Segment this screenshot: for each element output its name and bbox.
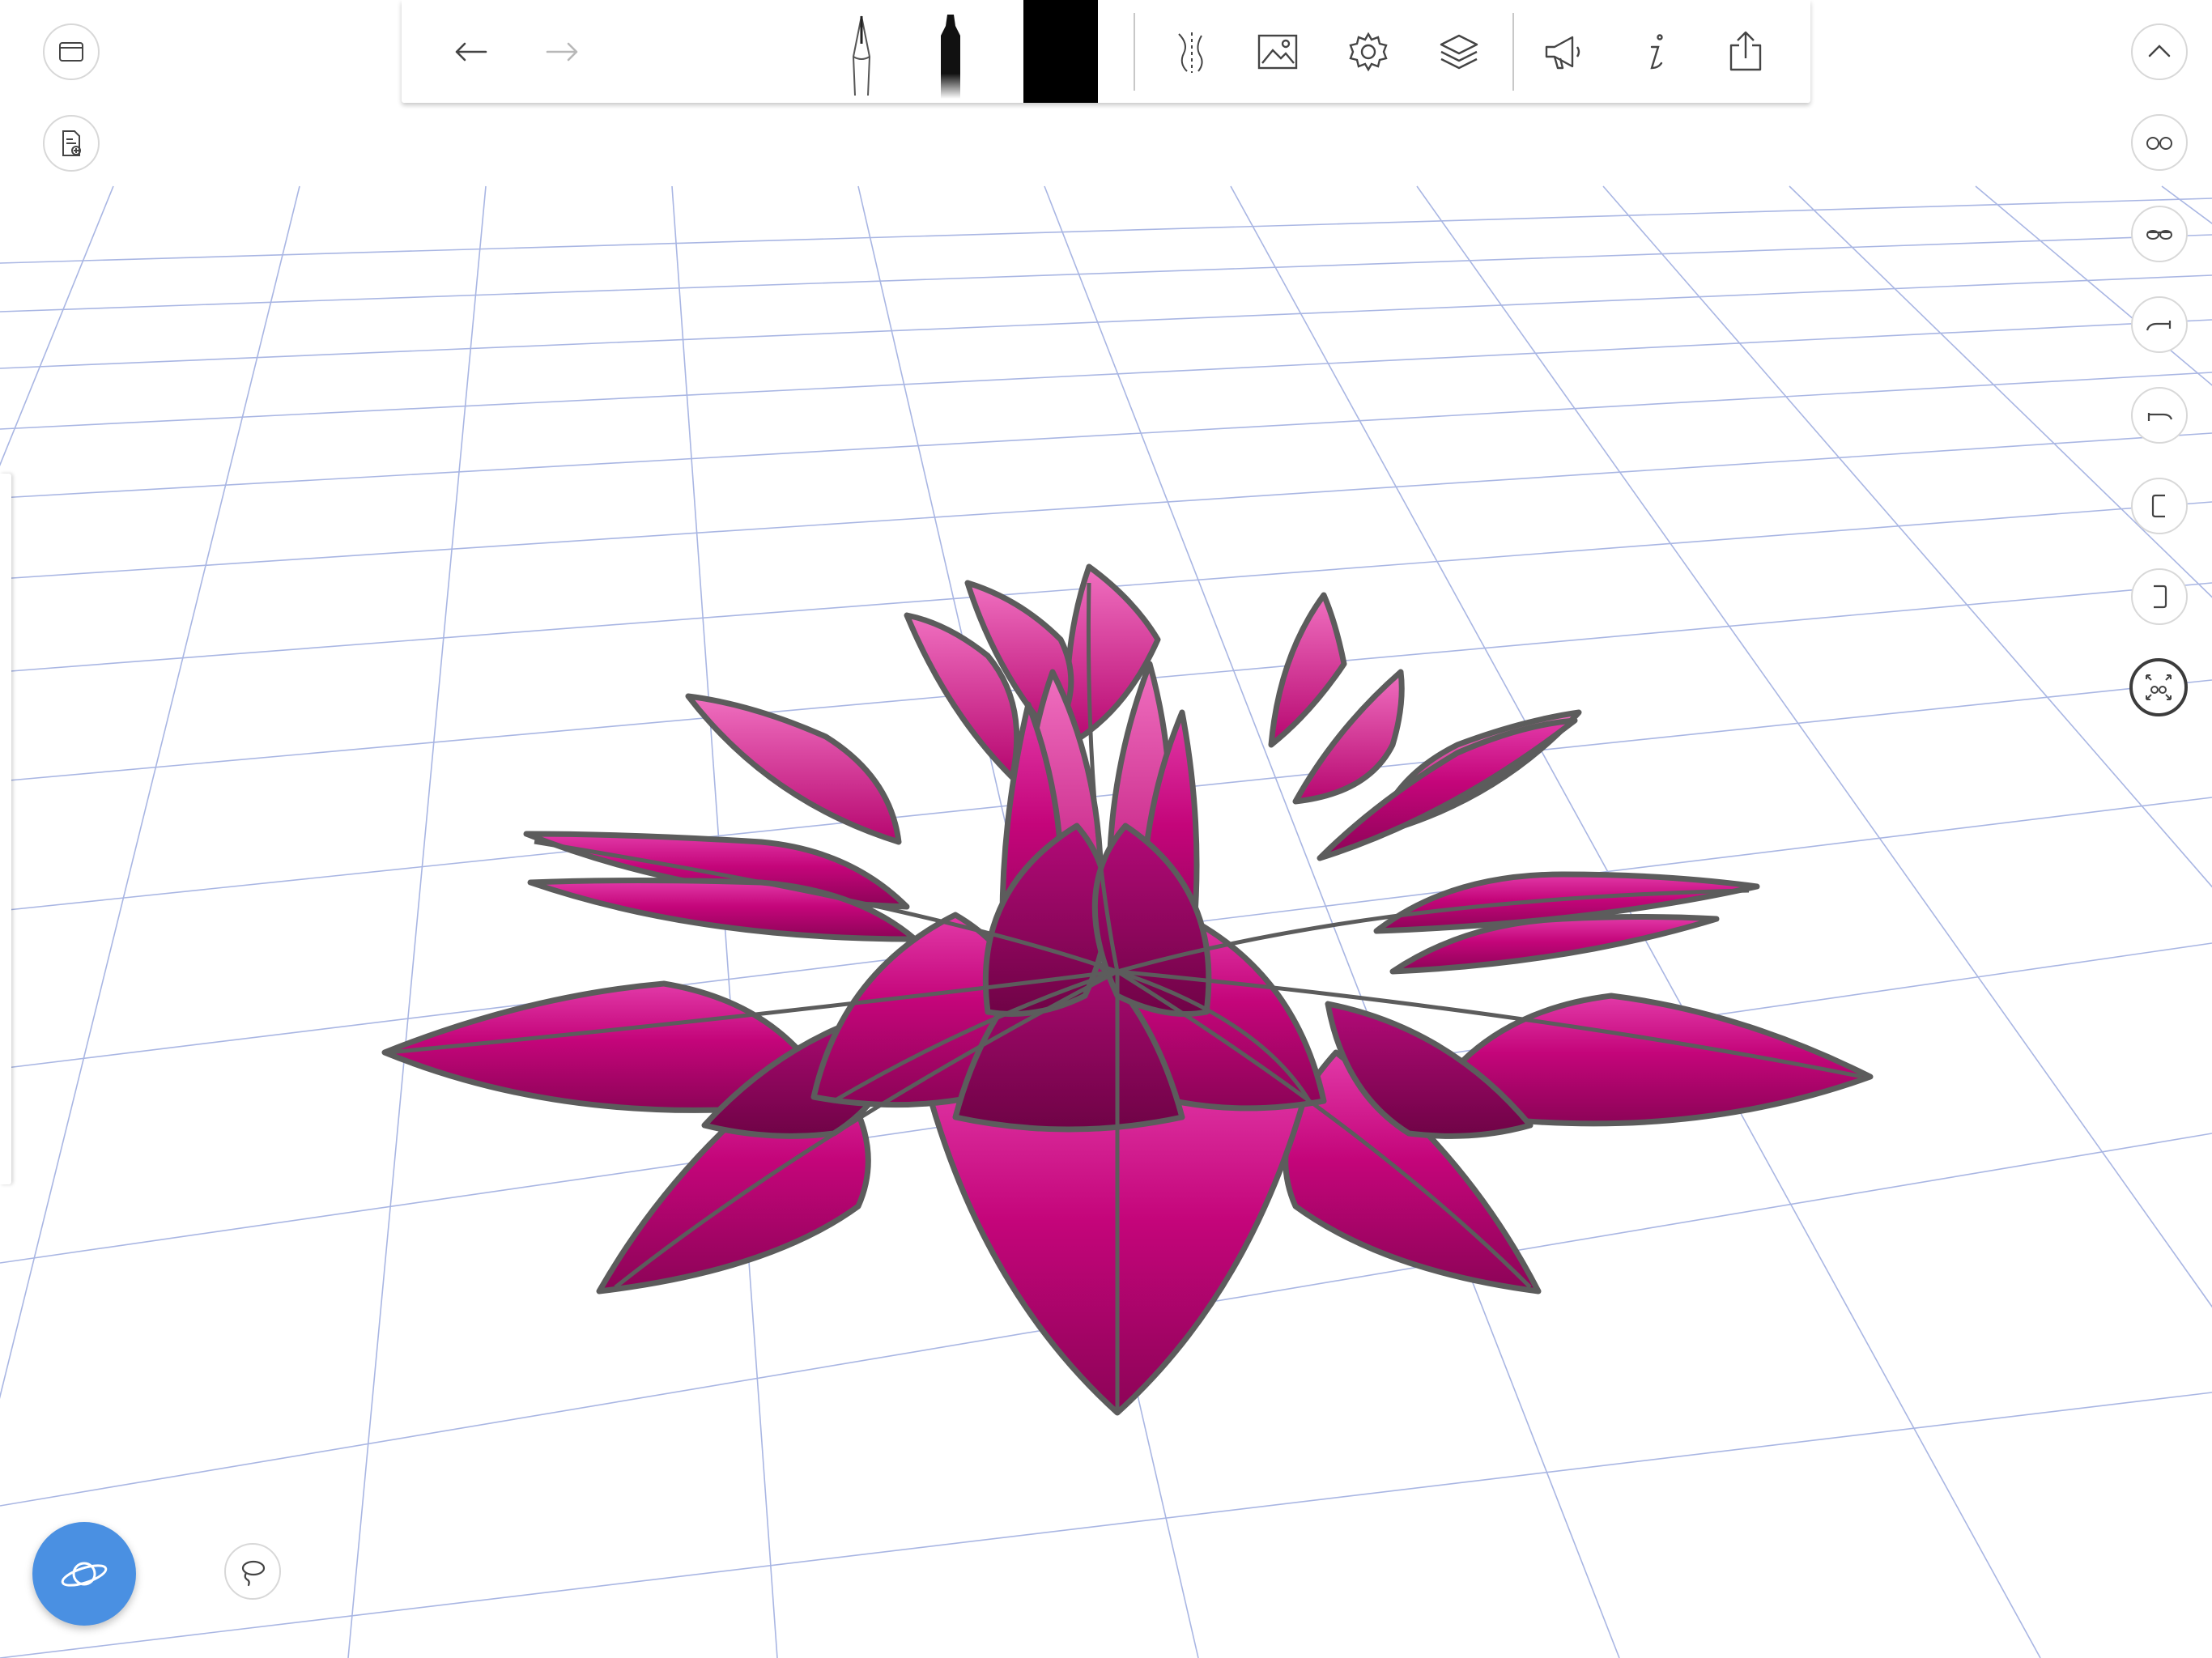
fit-to-screen-icon[interactable] [2129, 658, 2188, 716]
lotus-3d-model[interactable] [381, 563, 1874, 1416]
collapse-chevron-up-icon[interactable] [2131, 23, 2188, 80]
layers-icon[interactable] [1428, 21, 1490, 83]
settings-gear-icon[interactable] [1338, 21, 1399, 83]
pencil-icon[interactable] [831, 11, 892, 100]
petal-back-3[interactable] [1268, 592, 1347, 748]
symmetry-icon[interactable] [1158, 21, 1219, 83]
bracket-right-icon[interactable] [2131, 568, 2188, 625]
info-icon[interactable] [1624, 21, 1686, 83]
undo-arrow-icon[interactable] [440, 21, 502, 83]
bracket-left-icon[interactable] [2131, 478, 2188, 534]
top-toolbar [402, 0, 1810, 103]
orbit-planet-icon[interactable] [32, 1522, 136, 1626]
view-side-left-icon[interactable] [2131, 296, 2188, 353]
view-top-glasses-icon[interactable] [2131, 206, 2188, 262]
announcement-megaphone-icon[interactable] [1532, 21, 1593, 83]
lasso-icon[interactable] [224, 1543, 281, 1600]
view-front-glasses-icon[interactable] [2131, 114, 2188, 171]
toolbar-separator [1512, 13, 1514, 91]
side-panel-handle[interactable] [0, 474, 11, 1184]
marker-icon[interactable] [920, 11, 981, 100]
petal-back-4[interactable] [685, 693, 902, 845]
toolbar-separator [1134, 13, 1135, 91]
view-side-right-icon[interactable] [2131, 387, 2188, 444]
current-color-swatch[interactable] [1023, 0, 1098, 103]
window-icon[interactable] [43, 23, 100, 80]
redo-arrow-icon[interactable] [531, 21, 593, 83]
share-export-icon[interactable] [1715, 21, 1776, 83]
image-icon[interactable] [1247, 21, 1308, 83]
document-add-icon[interactable] [43, 115, 100, 172]
canvas-viewport[interactable] [0, 0, 2212, 1658]
